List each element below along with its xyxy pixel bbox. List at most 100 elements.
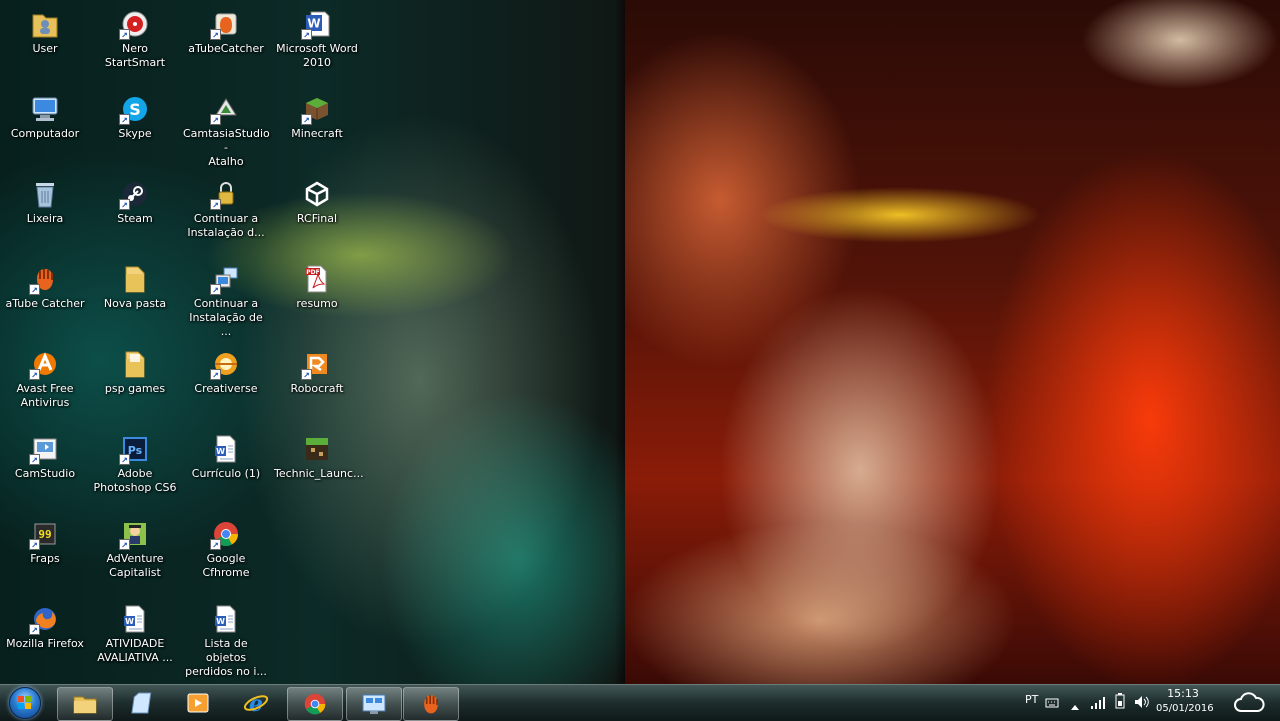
desktop-icon-minecraft[interactable]: ↗ Minecraft xyxy=(274,87,360,169)
icon-label: CamtasiaStudio - Atalho xyxy=(183,127,270,168)
notepad-icon xyxy=(128,691,154,715)
cloud-icon[interactable] xyxy=(1233,691,1265,719)
desktop-icon-photoshop[interactable]: Ps ↗ Adobe Photoshop CS6 xyxy=(92,427,178,509)
desktop-icon-atube-catcher[interactable]: ↗ aTube Catcher xyxy=(2,257,88,339)
show-hidden-icons-chevron-up-icon[interactable] xyxy=(1070,696,1080,715)
desktop-icon-nova-pasta[interactable]: Nova pasta xyxy=(92,257,178,339)
taskbar-explorer-button[interactable] xyxy=(57,687,113,721)
start-button[interactable] xyxy=(4,686,46,720)
word-doc-icon: W xyxy=(119,603,151,635)
desktop-icon-camstudio[interactable]: ↗ CamStudio xyxy=(2,427,88,509)
camstudio-icon: ↗ xyxy=(29,433,61,465)
folder-icon xyxy=(119,263,151,295)
icon-label: Continuar a Instalação d... xyxy=(187,212,265,239)
icon-label: Mozilla Firefox xyxy=(6,637,84,650)
taskbar-atube-catcher-button[interactable] xyxy=(403,687,459,721)
icon-label: User xyxy=(32,42,58,55)
desktop-icon-computador[interactable]: Computador xyxy=(2,87,88,169)
icon-label: AdVenture Capitalist xyxy=(106,552,164,579)
firefox-icon: ↗ xyxy=(29,603,61,635)
icon-label: ATIVIDADE AVALIATIVA ... xyxy=(97,637,173,664)
desktop-icon-nero[interactable]: ↗ Nero StartSmart xyxy=(92,2,178,84)
lock-installer-icon: ↗ xyxy=(210,178,242,210)
word-doc-icon: W xyxy=(210,433,242,465)
adventure-capitalist-icon: ↗ xyxy=(119,518,151,550)
windows-logo-icon xyxy=(9,687,41,719)
desktop-icon-technic[interactable]: Technic_Launc... xyxy=(274,427,364,509)
svg-text:e: e xyxy=(249,691,263,716)
language-indicator[interactable]: PT xyxy=(1025,693,1038,706)
desktop-icon-lixeira[interactable]: Lixeira xyxy=(2,172,88,254)
taskbar-notepad-button[interactable] xyxy=(114,687,168,719)
word-doc-icon: W xyxy=(210,603,242,635)
atube-catcher-icon: ↗ xyxy=(210,8,242,40)
taskbar-ie-button[interactable]: e xyxy=(229,687,283,719)
control-panel-icon xyxy=(361,692,387,716)
desktop-icon-user[interactable]: User xyxy=(2,2,88,84)
volume-icon[interactable] xyxy=(1134,694,1150,713)
taskbar-chrome-button[interactable] xyxy=(287,687,343,721)
desktop-icon-atubecatcher[interactable]: ↗ aTubeCatcher xyxy=(183,2,269,84)
desktop-icon-avast[interactable]: ↗ Avast Free Antivirus xyxy=(2,342,88,424)
desktop-icon-resumo[interactable]: PDF resumo xyxy=(274,257,360,339)
atube-catcher-icon xyxy=(418,692,444,716)
desktop-icon-continuar-1[interactable]: ↗ Continuar a Instalação d... xyxy=(183,172,269,254)
unity-icon xyxy=(301,178,333,210)
chrome-icon: ↗ xyxy=(210,518,242,550)
steam-icon: ↗ xyxy=(119,178,151,210)
desktop-icon-curriculo[interactable]: W Currículo (1) xyxy=(183,427,269,509)
desktop-icon-word-2010[interactable]: W ↗ Microsoft Word 2010 xyxy=(274,2,360,84)
desktop-icon-camtasia[interactable]: ↗ CamtasiaStudio - Atalho xyxy=(183,87,270,169)
taskbar-control-panel-button[interactable] xyxy=(346,687,402,721)
svg-text:W: W xyxy=(216,447,225,456)
word-icon: W ↗ xyxy=(301,8,333,40)
desktop-icon-skype[interactable]: S ↗ Skype xyxy=(92,87,178,169)
icon-label: Currículo (1) xyxy=(191,467,261,480)
icon-label: Steam xyxy=(117,212,153,225)
desktop-icon-lista[interactable]: W Lista de objetos perdidos no i... xyxy=(183,597,269,679)
desktop-icon-chrome[interactable]: ↗ Google Cfhrome xyxy=(183,512,269,594)
skype-icon: S ↗ xyxy=(119,93,151,125)
camtasia-icon: ↗ xyxy=(210,93,242,125)
desktop-icon-fraps[interactable]: 99 ↗ Fraps xyxy=(2,512,88,594)
icon-label: Minecraft xyxy=(291,127,343,140)
desktop-icon-atividade[interactable]: W ATIVIDADE AVALIATIVA ... xyxy=(92,597,178,679)
desktop-icon-rcfinal[interactable]: RCFinal xyxy=(274,172,360,254)
svg-text:W: W xyxy=(125,617,134,626)
keyboard-icon[interactable] xyxy=(1045,694,1059,713)
icon-label: Fraps xyxy=(30,552,60,565)
icon-label: Technic_Launc... xyxy=(274,467,364,480)
technic-launcher-icon xyxy=(301,433,333,465)
desktop-icon-firefox[interactable]: ↗ Mozilla Firefox xyxy=(2,597,88,679)
clock-time[interactable]: 15:13 xyxy=(1160,687,1206,700)
desktop-icon-continuar-2[interactable]: ↗ Continuar a Instalação de ... xyxy=(183,257,269,339)
desktop-icon-robocraft[interactable]: ↗ Robocraft xyxy=(274,342,360,424)
svg-text:W: W xyxy=(216,617,225,626)
folder-icon xyxy=(119,348,151,380)
taskbar-media-player-button[interactable] xyxy=(171,687,225,719)
svg-text:S: S xyxy=(129,100,141,119)
desktop-icon-adventure-capitalist[interactable]: ↗ AdVenture Capitalist xyxy=(92,512,178,594)
chrome-icon xyxy=(302,692,328,716)
nero-icon: ↗ xyxy=(119,8,151,40)
svg-text:Ps: Ps xyxy=(128,444,143,457)
avast-icon: ↗ xyxy=(29,348,61,380)
desktop-wallpaper: User Computador Lixeira ↗ aTube Catcher … xyxy=(0,0,1280,684)
network-signal-icon[interactable] xyxy=(1090,695,1106,714)
computer-icon xyxy=(29,93,61,125)
desktop-icon-steam[interactable]: ↗ Steam xyxy=(92,172,178,254)
internet-explorer-icon: e xyxy=(243,691,269,716)
desktop-icon-creativerse[interactable]: ↗ Creativerse xyxy=(183,342,269,424)
icon-label: Nero StartSmart xyxy=(104,42,166,69)
icon-label: Microsoft Word 2010 xyxy=(276,42,358,69)
icon-label: Robocraft xyxy=(290,382,344,395)
icon-label: Skype xyxy=(118,127,152,140)
desktop-icon-psp-games[interactable]: psp games xyxy=(92,342,178,424)
icon-label: Lista de objetos perdidos no i... xyxy=(185,637,267,678)
clock-date[interactable]: 05/01/2016 xyxy=(1156,703,1214,714)
icon-label: Avast Free Antivirus xyxy=(16,382,74,409)
battery-icon[interactable] xyxy=(1115,693,1125,713)
fraps-icon: 99 ↗ xyxy=(29,518,61,550)
icon-label: Lixeira xyxy=(26,212,64,225)
wallpaper-right-half xyxy=(625,0,1280,684)
